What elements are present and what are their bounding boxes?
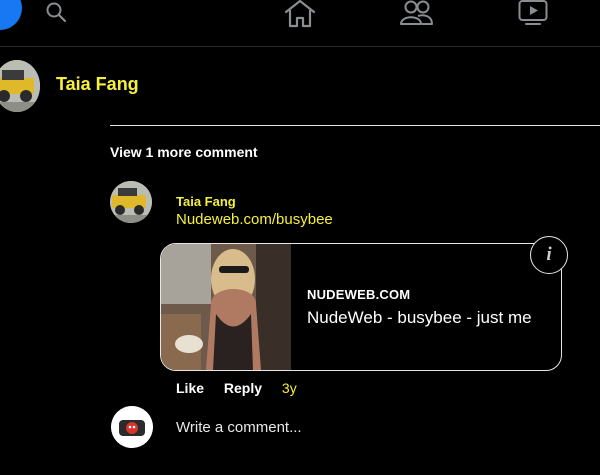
top-nav-bar <box>0 0 600 47</box>
section-divider <box>110 125 600 126</box>
link-preview-thumbnail <box>161 244 291 370</box>
link-preview-domain: NUDEWEB.COM <box>307 287 411 302</box>
reply-button[interactable]: Reply <box>224 380 262 396</box>
search-icon[interactable] <box>45 1 67 23</box>
post-author-name[interactable]: Taia Fang <box>56 74 139 95</box>
facebook-logo-icon[interactable] <box>0 0 22 30</box>
home-icon[interactable] <box>283 0 317 28</box>
comment-author-avatar[interactable] <box>110 181 152 223</box>
like-button[interactable]: Like <box>176 380 204 396</box>
comment-timestamp[interactable]: 3y <box>282 380 297 396</box>
comment-link-text[interactable]: Nudeweb.com/busybee <box>176 211 333 228</box>
author-avatar[interactable] <box>0 60 40 112</box>
comment-actions: Like Reply 3y <box>176 380 313 396</box>
link-preview-card[interactable]: NUDEWEB.COM NudeWeb - busybee - just me <box>160 243 562 371</box>
comment-author-name[interactable]: Taia Fang <box>176 194 236 209</box>
current-user-avatar[interactable] <box>111 406 153 448</box>
watch-icon[interactable] <box>518 0 548 26</box>
link-preview-title: NudeWeb - busybee - just me <box>307 308 532 327</box>
friends-icon[interactable] <box>398 0 434 26</box>
comment-input[interactable] <box>176 414 556 440</box>
info-icon[interactable]: i <box>530 236 568 274</box>
view-more-comments-link[interactable]: View 1 more comment <box>110 144 258 160</box>
